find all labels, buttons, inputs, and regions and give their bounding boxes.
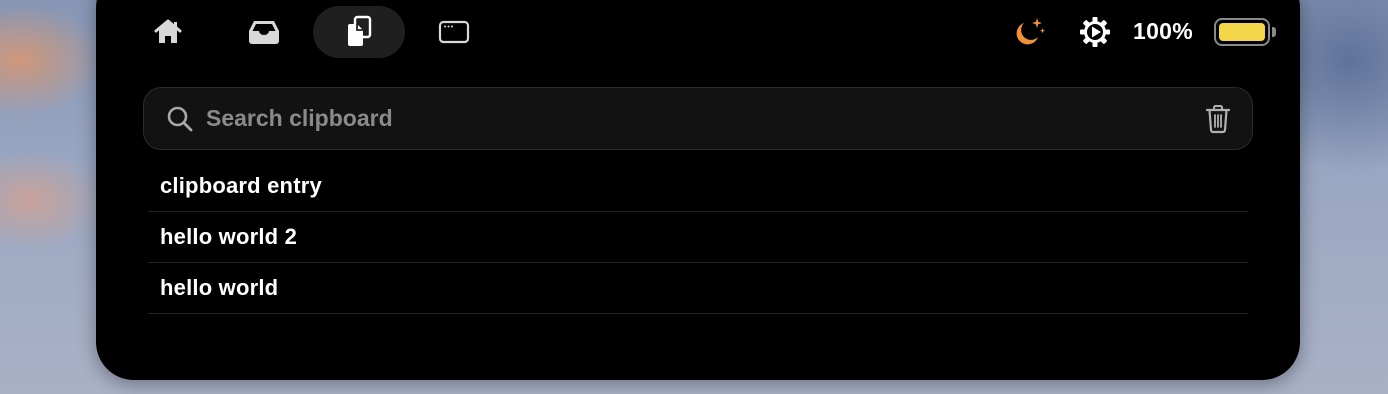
list-item-text: clipboard entry	[160, 172, 322, 198]
list-item[interactable]: clipboard entry	[148, 161, 1248, 212]
tab-home[interactable]	[122, 6, 214, 58]
list-item-text: hello world 2	[160, 223, 298, 249]
settings-button[interactable]	[1078, 8, 1114, 56]
clipboard-list: clipboard entry hello world 2 hello worl…	[148, 161, 1248, 314]
trash-icon	[1205, 105, 1231, 134]
search-input[interactable]	[206, 100, 1166, 136]
tray-icon	[249, 21, 279, 44]
battery-level-fill	[1219, 23, 1265, 41]
tab-windows[interactable]	[408, 6, 500, 58]
list-item[interactable]: hello world	[148, 263, 1248, 314]
search-bar	[143, 87, 1253, 150]
clear-clipboard-button[interactable]	[1202, 102, 1234, 136]
battery-percentage: 100%	[1133, 18, 1194, 44]
window-icon	[438, 20, 470, 44]
clipboard-icon	[348, 15, 372, 46]
battery-indicator	[1214, 18, 1270, 46]
night-mode-button[interactable]	[1010, 8, 1050, 56]
gear-play-icon	[1080, 17, 1110, 47]
tab-clipboard[interactable]	[313, 6, 405, 58]
battery-nub	[1272, 27, 1276, 37]
list-item-text: hello world	[160, 274, 279, 300]
tab-inbox[interactable]	[218, 6, 310, 58]
home-icon	[154, 19, 182, 43]
list-item[interactable]: hello world 2	[148, 212, 1248, 263]
moon-stars-icon	[1016, 18, 1045, 45]
search-icon	[167, 106, 193, 132]
